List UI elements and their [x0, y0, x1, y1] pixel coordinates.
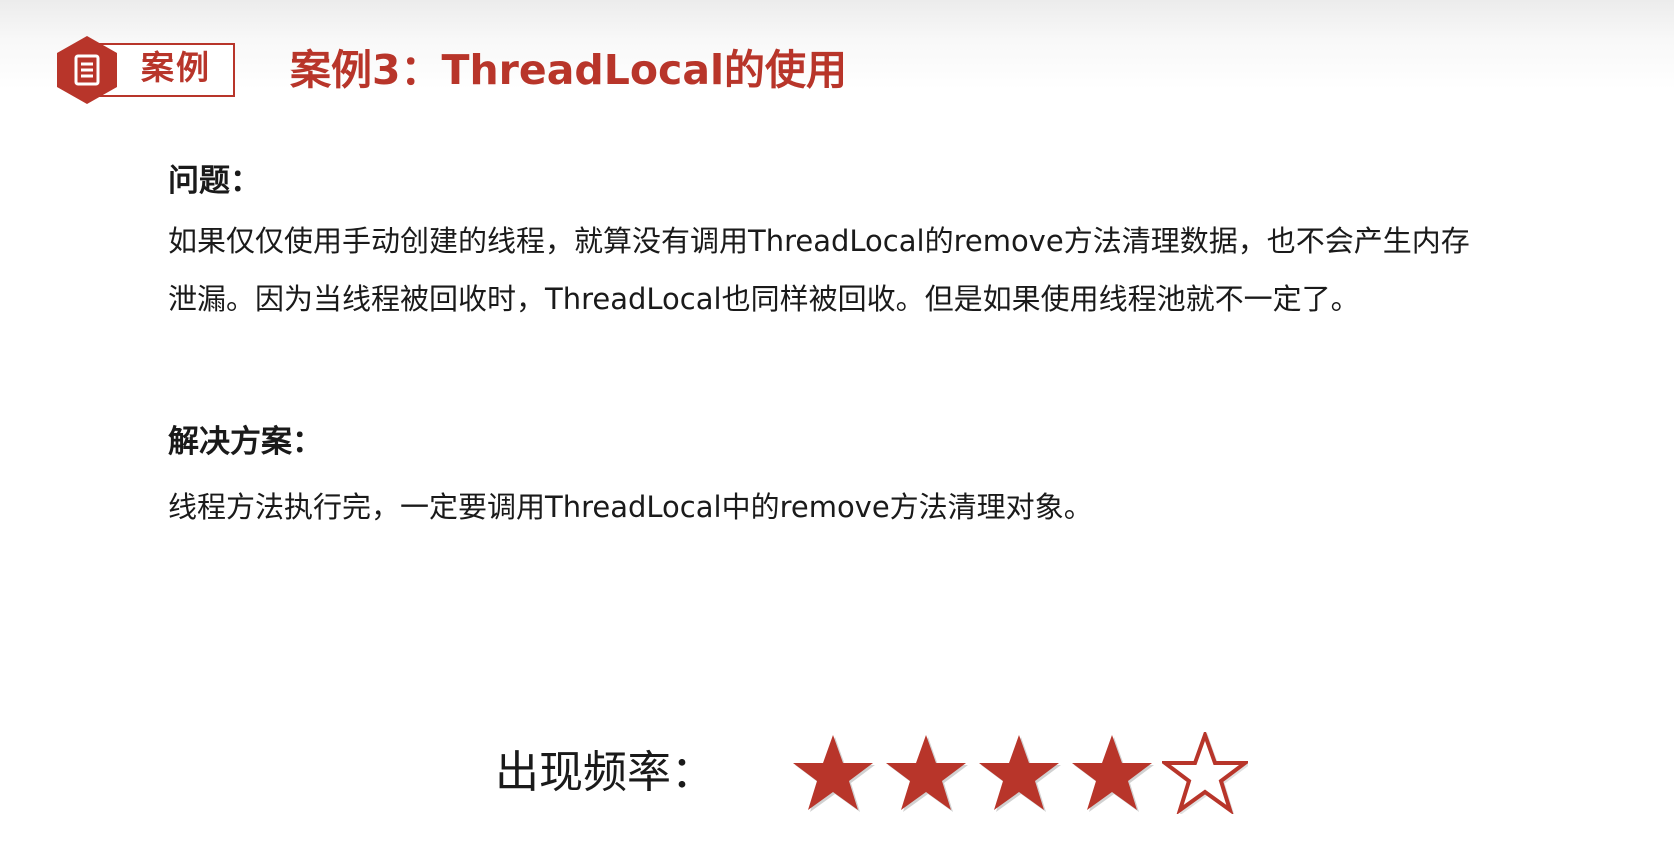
slide-header: 案例 案例3：ThreadLocal的使用 [55, 34, 847, 106]
problem-text: 如果仅仅使用手动创建的线程，就算没有调用ThreadLocal的remove方法… [168, 224, 1470, 316]
star-filled-icon [1069, 732, 1155, 814]
case-badge: 案例 [55, 34, 245, 106]
solution-text: 线程方法执行完，一定要调用ThreadLocal中的remove方法清理对象。 [168, 490, 1093, 524]
star-filled-icon [790, 732, 876, 814]
star-filled-icon [883, 732, 969, 814]
frequency-rating: 出现频率： [495, 730, 1255, 816]
badge-label: 案例 [141, 48, 211, 87]
document-icon [57, 36, 117, 104]
star-empty-icon [1162, 732, 1248, 814]
frequency-label: 出现频率： [495, 747, 715, 798]
solution-heading: 解决方案： [168, 424, 323, 460]
problem-heading: 问题： [168, 163, 261, 199]
page-title: 案例3：ThreadLocal的使用 [290, 46, 848, 94]
star-filled-icon [976, 732, 1062, 814]
star-rating [790, 732, 1255, 814]
